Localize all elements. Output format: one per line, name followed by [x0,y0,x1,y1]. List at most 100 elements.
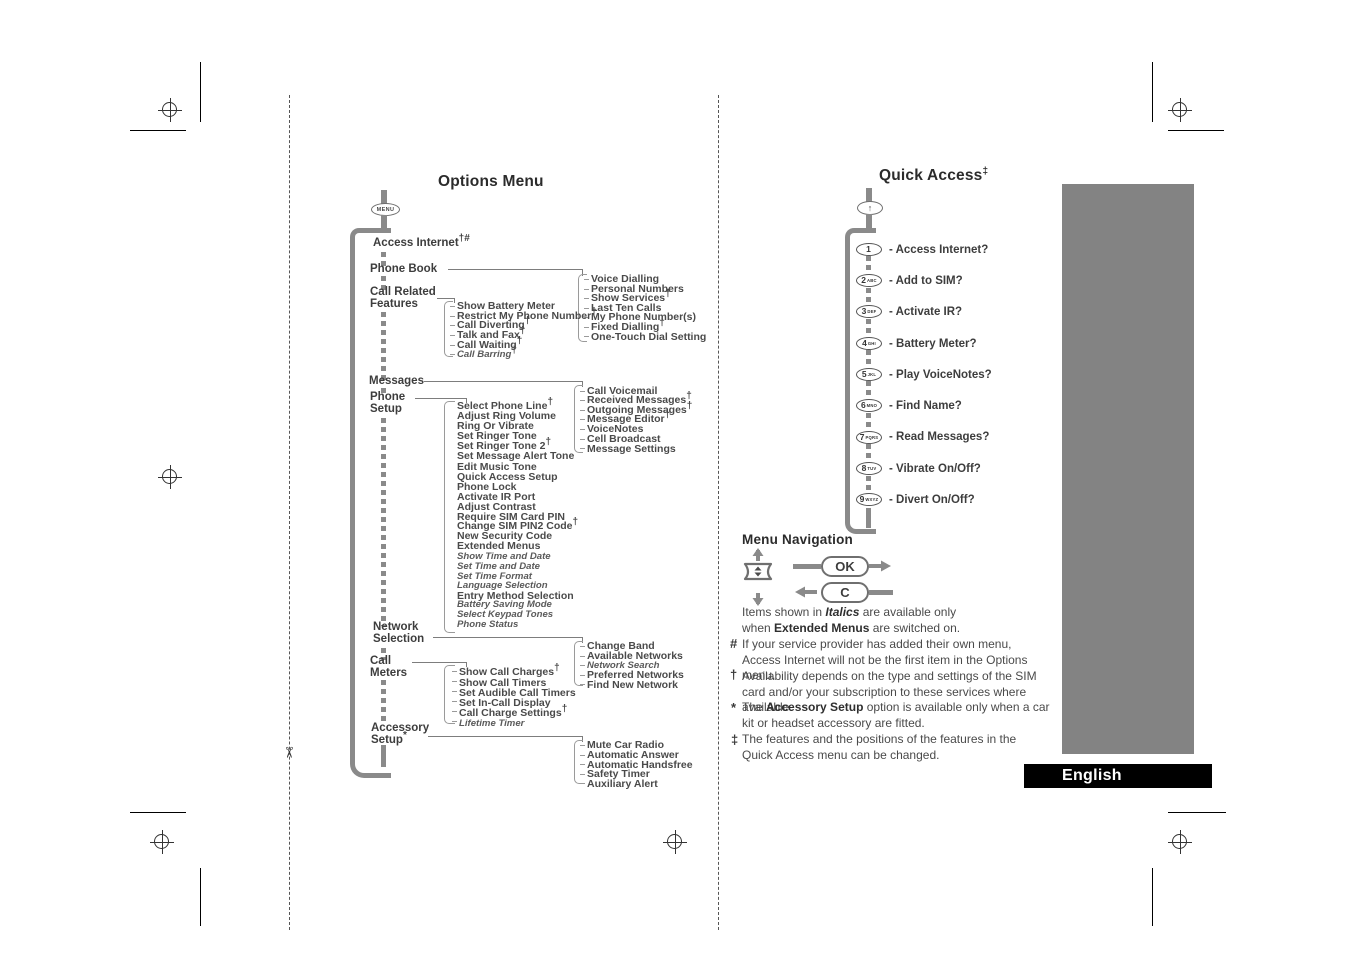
language-bar: English [1024,764,1212,788]
quick-access-key-4[interactable]: 4 GHI [856,337,882,350]
qa-connector-3 [866,350,871,368]
tick-call-related-1 [450,316,455,318]
quick-access-label-3[interactable]: - Activate IR? [889,306,962,318]
leader-phone-book [448,269,583,271]
nav-rocker-key-icon[interactable] [740,548,790,606]
tick-network-0 [580,646,585,648]
nav-clear-key[interactable]: C [821,582,869,603]
connector-callmeters-accessory [381,680,386,724]
list-item[interactable]: Phone Status [457,620,518,630]
options-item-phone-book[interactable]: Phone Book [370,263,437,276]
tick-call-meters-1 [452,681,457,683]
tick-messages-1 [580,400,585,402]
options-spine-bottom-stub [381,745,386,767]
quick-access-label-8[interactable]: - Vibrate On/Off? [889,463,981,475]
leader-network [433,637,583,639]
tick-messages-6 [580,448,585,450]
list-item[interactable]: One-Touch Dial Setting [591,332,706,343]
options-item-messages-label: Messages [369,375,424,387]
note-mark-dagger: † [730,667,738,682]
quick-access-label-9[interactable]: - Divert On/Off? [889,494,975,506]
options-item-call-meters[interactable]: Call Meters [370,655,407,680]
tick-accessory-0 [580,745,585,747]
key-digit: 6 [860,400,866,411]
quick-access-key-9[interactable]: 9 WXYZ [856,493,882,506]
registration-mark-bottom-center [663,830,687,854]
tick-accessory-1 [580,755,585,757]
tick-network-4 [580,684,585,686]
tick-call-meters-4 [452,711,457,713]
quick-access-label-7[interactable]: - Read Messages? [889,431,989,443]
list-item[interactable]: Call Charge Settings† [459,704,567,719]
tick-messages-5 [580,439,585,441]
key-letters: GHI [867,341,876,347]
quick-access-label-2[interactable]: - Add to SIM? [889,275,963,287]
options-item-messages[interactable]: Messages [369,375,424,388]
list-item[interactable]: Extended Menus [457,541,540,552]
list-item[interactable]: Call Barring† [457,345,517,360]
key-digit: 1 [866,244,871,255]
options-item-access-internet-marks: †# [458,233,470,245]
leader-call-meters [412,662,467,664]
list-item-mark: † [664,409,671,421]
crop-line-bottom-left-h [130,812,186,813]
quick-access-label-5[interactable]: - Play VoiceNotes? [889,369,992,381]
crop-line-bottom-left-v [200,868,201,926]
list-item[interactable]: Auxiliary Alert [587,779,658,790]
options-item-accessory-setup[interactable]: Accessory Setup* [371,722,429,747]
nav-ok-key[interactable]: OK [821,556,869,577]
list-item[interactable]: Show Call Charges† [459,663,560,678]
registration-mark-bottom-right [1168,830,1192,854]
key-digit: 3 [861,306,867,317]
tick-network-1 [580,656,585,658]
options-item-call-related-features[interactable]: Call Related Features [370,286,436,311]
qa-connector-7 [866,476,871,494]
quick-access-key-8[interactable]: 8 TUV [856,462,882,475]
fold-line-right [718,95,719,930]
bracket-phone-setup [444,401,455,633]
options-item-phone-setup[interactable]: Phone Setup [370,391,405,416]
leader-accessory [428,736,583,738]
list-item[interactable]: Lifetime Timer [459,719,524,729]
nav-clear-arrow-left-icon [795,586,817,598]
note-mark-double-dagger: ‡ [731,732,739,747]
list-item[interactable]: Message Settings [587,444,676,455]
note-italics-line2-em: Extended Menus [774,620,870,635]
leader-phone-setup [415,398,467,400]
qa-spine-bottom-stub [866,508,871,528]
list-item-label: Message Settings [587,443,676,455]
key-letters: TUV [867,466,877,472]
bracket-network [574,641,583,686]
qa-spine-left-rail [845,244,850,516]
list-item[interactable]: Set Message Alert Tone [457,451,574,462]
list-item-mark: † [561,703,568,715]
quick-access-title: Quick Access‡ [879,166,988,185]
quick-access-key-2[interactable]: 2 ABC [856,274,882,287]
options-item-network-selection[interactable]: Network Selection [373,621,424,646]
tick-phone-book-1 [584,289,589,291]
quick-access-key-7[interactable]: 7 PQRS [856,431,882,444]
tick-accessory-3 [580,774,585,776]
quick-access-key-3[interactable]: 3 DEF [856,305,882,318]
language-label: English [1062,767,1122,784]
key-letters: PQRS [865,435,879,441]
note-italics-line2-pre: when [742,620,775,635]
quick-access-key-6[interactable]: 6 MNO [856,399,882,412]
list-item[interactable]: Find New Network [587,680,678,691]
options-item-access-internet[interactable]: Access Internet†# [373,234,470,250]
tick-call-meters-3 [452,701,457,703]
list-item-mark: † [511,344,517,356]
tick-call-related-3 [450,335,455,337]
nav-clear-line-right [869,590,893,595]
quick-access-key-5[interactable]: 5 JKL [856,368,882,381]
quick-access-root-key[interactable]: ↑ [857,201,883,215]
quick-access-label-1[interactable]: - Access Internet? [889,244,988,256]
quick-access-label-6[interactable]: - Find Name? [889,400,962,412]
qa-connector-2 [866,319,871,337]
list-item-mark: † [554,662,560,674]
tick-messages-2 [580,410,585,412]
quick-access-key-1[interactable]: 1 [856,243,882,256]
scissors-icon: ✂ [279,746,297,759]
quick-access-label-4[interactable]: - Battery Meter? [889,338,977,350]
list-item-label: Lifetime Timer [459,718,525,729]
